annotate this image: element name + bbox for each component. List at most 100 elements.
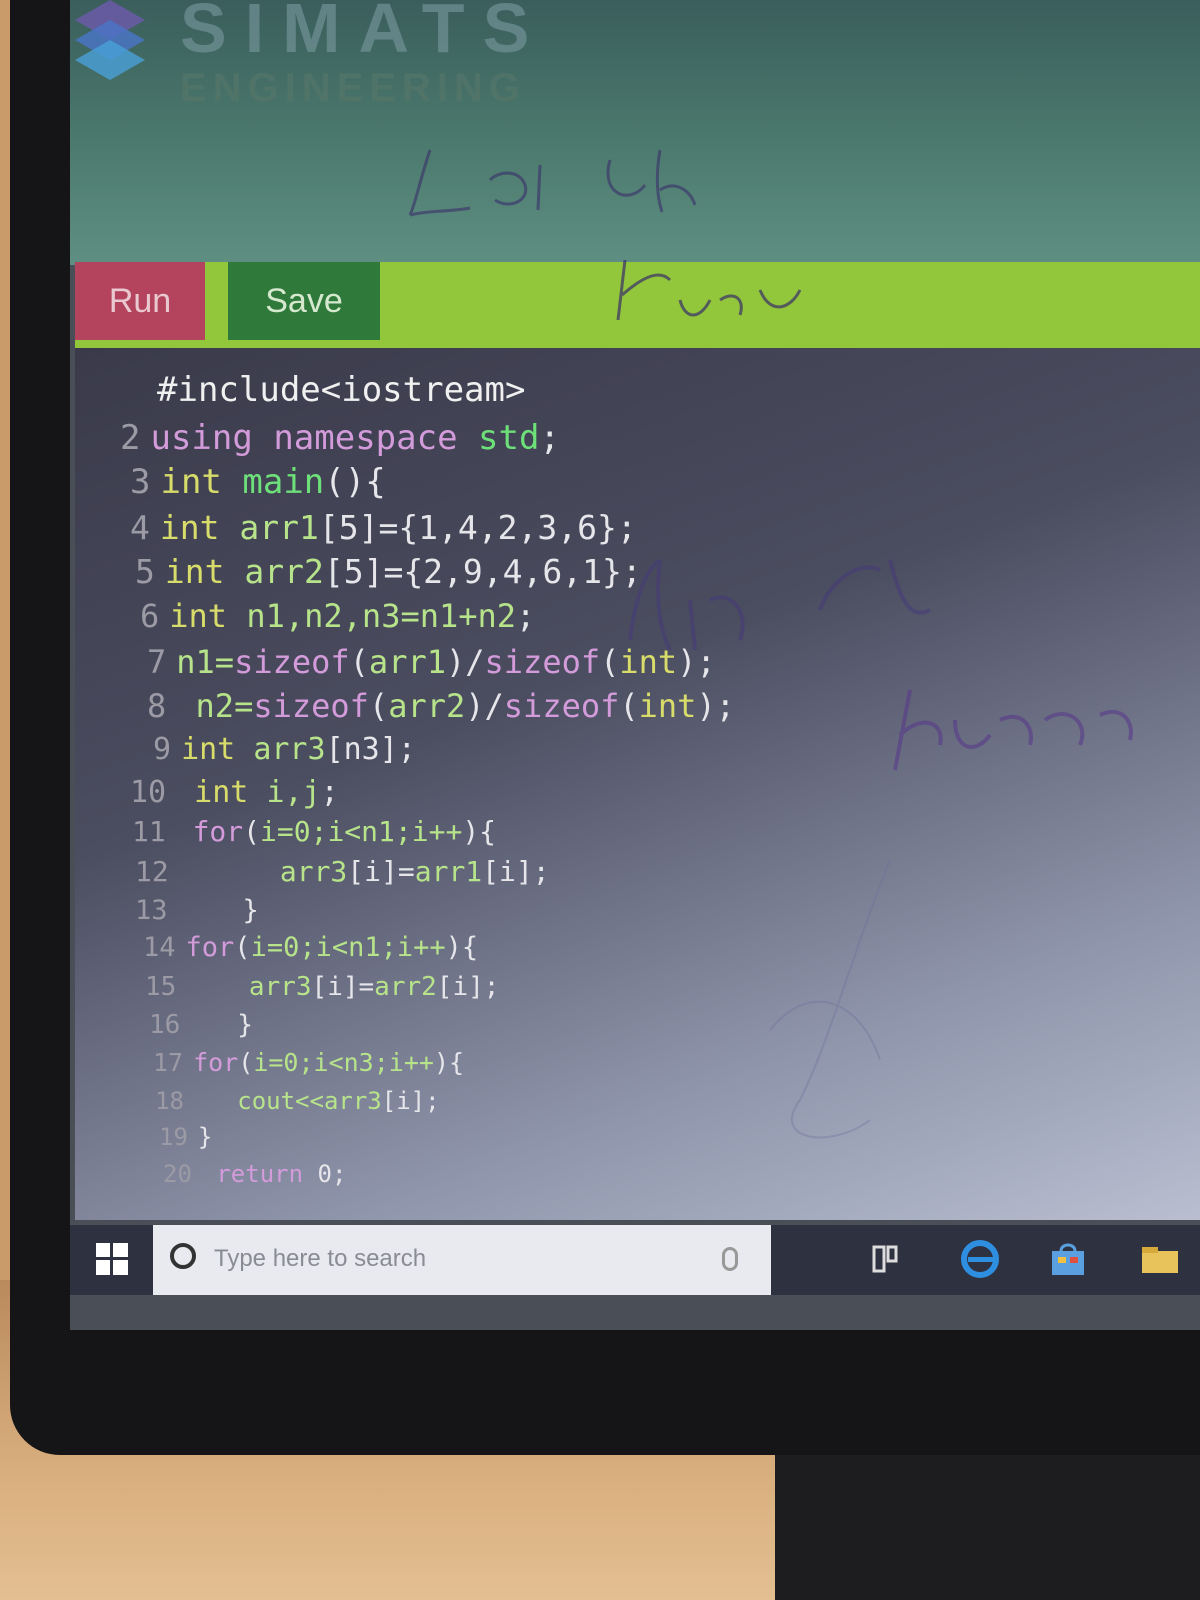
code-token: i=0;i<n1;i++ [260, 815, 463, 848]
code-token: [i]; [482, 855, 550, 888]
code-token: ); [696, 687, 735, 725]
code-token: int [169, 597, 247, 635]
code-token: using [150, 418, 274, 458]
code-token: } [177, 895, 259, 926]
file-explorer-icon[interactable] [1140, 1239, 1180, 1279]
line-number: 15 [145, 972, 177, 1002]
code-token: sizeof [234, 643, 350, 681]
code-token: i=0;i<n1;i++ [250, 932, 446, 963]
code-token: arr3 [253, 732, 326, 767]
line-number: 3 [130, 462, 151, 502]
code-token: int [164, 552, 245, 591]
code-token: int [619, 643, 678, 681]
code-line: 20 return 0; [163, 1160, 346, 1188]
save-button[interactable]: Save [228, 262, 380, 340]
code-token: sizeof [253, 687, 369, 725]
code-token: [n3]; [325, 732, 416, 767]
line-number: 6 [140, 597, 160, 635]
code-token: arr2 [388, 687, 466, 725]
task-view-icon[interactable] [868, 1239, 908, 1279]
editor-toolbar: Run Save [75, 262, 1200, 350]
code-token: ); [677, 643, 716, 681]
code-token: arr1 [414, 855, 483, 888]
code-token: ( [368, 687, 389, 725]
line-number: 16 [149, 1010, 181, 1040]
line-number: 13 [135, 895, 168, 926]
code-line: 8 n2=sizeof(arr2)/sizeof(int); [147, 687, 735, 725]
code-token: ( [349, 643, 369, 681]
line-number: 14 [143, 932, 176, 963]
code-line: 6 int n1,n2,n3=n1+n2; [140, 597, 535, 635]
code-line: 5 int arr2[5]={2,9,4,6,1}; [135, 552, 642, 591]
code-token: i=0;i<n3;i++ [253, 1048, 434, 1077]
code-token: int [638, 687, 697, 725]
brand-title: SIMATS [180, 0, 548, 67]
edge-browser-icon[interactable] [960, 1239, 1000, 1279]
code-token: ){ [462, 815, 497, 848]
code-token: i,j [266, 775, 321, 810]
code-line: 3 int main(){ [130, 462, 386, 502]
code-token: int [181, 732, 254, 767]
code-token: main [242, 462, 325, 502]
code-token: for [185, 932, 235, 963]
line-number: 11 [132, 815, 166, 848]
code-token: arr2 [244, 552, 324, 591]
code-line: 12 arr3[i]=arr1[i]; [135, 855, 550, 888]
run-button[interactable]: Run [75, 262, 205, 340]
code-editor[interactable]: #include<iostream> 2 using namespace std; 3… [75, 348, 1200, 1220]
search-placeholder: Type here to search [214, 1245, 427, 1272]
code-token: (){ [324, 462, 386, 502]
code-token: sizeof [484, 643, 601, 681]
microphone-icon[interactable] [722, 1247, 738, 1271]
code-token: [i]; [436, 972, 500, 1002]
header-banner: SIMATS ENGINEERING [70, 0, 1200, 265]
code-line: 7 n1=sizeof(arr1)/sizeof(int); [147, 643, 716, 681]
code-token: arr2 [374, 972, 437, 1002]
logo-icon [75, 0, 145, 80]
code-token: n2= [176, 687, 254, 725]
line-number: 4 [130, 508, 150, 547]
code-token: for [175, 815, 244, 848]
line-number: 9 [153, 732, 172, 767]
code-token: [i]= [311, 972, 375, 1002]
code-line: 11 for(i=0;i<n1;i++){ [132, 815, 496, 848]
line-number: 10 [130, 775, 167, 810]
windows-start-icon[interactable] [96, 1243, 128, 1275]
code-token: )/ [465, 687, 504, 725]
store-icon[interactable] [1048, 1239, 1088, 1279]
line-number: 19 [159, 1123, 188, 1151]
code-token: ( [600, 643, 620, 681]
code-token: arr1 [368, 643, 446, 681]
code-line: 9 int arr3[n3]; [153, 732, 416, 767]
code-token: ( [234, 932, 251, 963]
code-token: arr3 [178, 855, 348, 888]
code-token: return [201, 1160, 318, 1188]
code-token: ){ [433, 1048, 465, 1077]
code-line: 19} [159, 1123, 212, 1151]
code-token: #include<iostream> [157, 370, 526, 410]
line-number: 18 [155, 1087, 184, 1115]
code-token: ; [516, 597, 536, 635]
code-token: for [193, 1048, 239, 1077]
code-token: )/ [445, 643, 485, 681]
line-number: 2 [120, 418, 141, 458]
code-line: 17 for(i=0;i<n3;i++){ [153, 1048, 464, 1077]
code-token: ( [238, 1048, 254, 1077]
code-token: [5]={2,9,4,6,1}; [323, 552, 642, 591]
code-token: ( [243, 815, 261, 848]
code-line: 14 for(i=0;i<n1;i++){ [143, 932, 478, 963]
code-token: int [159, 508, 240, 547]
code-line: 13 } [135, 895, 259, 926]
code-token: } [190, 1010, 253, 1040]
code-token: int [160, 462, 243, 502]
line-number: 7 [147, 643, 167, 681]
code-token: namespace [273, 418, 479, 458]
code-token: n1= [176, 643, 235, 681]
code-line: 10 int i,j; [130, 775, 339, 810]
code-token: [i]= [347, 855, 415, 888]
line-number: 12 [135, 855, 169, 888]
screen: SIMATS ENGINEERING Run Save #include<ios… [70, 0, 1200, 1330]
search-icon [170, 1243, 196, 1269]
code-line: 2 using namespace std; [120, 418, 560, 458]
code-token: ; [539, 418, 560, 458]
